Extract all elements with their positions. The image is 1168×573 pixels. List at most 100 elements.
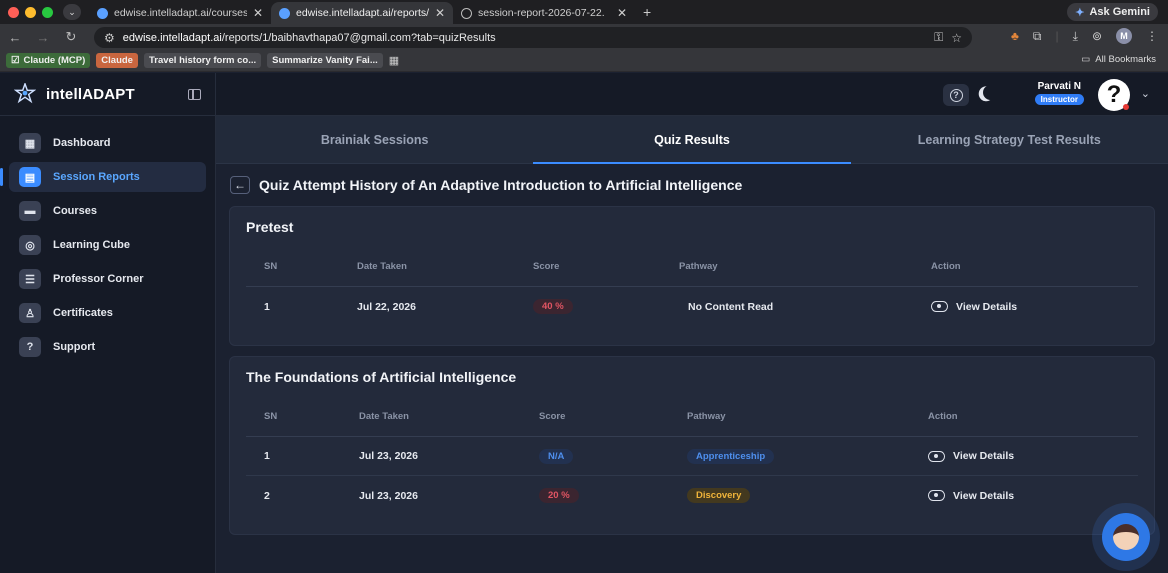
sidebar-item-label: Session Reports [53, 171, 140, 183]
back-arrow-icon[interactable]: ← [8, 30, 22, 45]
dark-mode-toggle-icon[interactable] [982, 84, 999, 101]
tab-learning-strategy-test-results[interactable]: Learning Strategy Test Results [851, 116, 1168, 163]
tab-brainiak-sessions[interactable]: Brainiak Sessions [216, 116, 533, 163]
bookmark-star-icon[interactable]: ☆ [951, 31, 962, 45]
maximize-window-button[interactable] [42, 6, 53, 18]
section-title: The Foundations of Artificial Intelligen… [246, 369, 517, 385]
profile-avatar[interactable]: M [1116, 28, 1132, 44]
close-tab-icon[interactable]: ✕ [435, 6, 445, 20]
close-window-button[interactable] [8, 6, 19, 18]
top-bar: ? Parvati N Instructor ? ⌄ [216, 73, 1168, 116]
password-key-icon[interactable]: ⚿ [934, 30, 943, 45]
main-content: ? Parvati N Instructor ? ⌄ Brainiak Sess… [216, 73, 1168, 573]
view-details-button[interactable]: View Details [928, 490, 1014, 502]
pathway-badge: Discovery [687, 488, 751, 503]
new-tab-button[interactable]: + [643, 4, 651, 20]
eye-icon [931, 301, 948, 312]
url-text: edwise.intelladapt.ai/reports/1/baibhavt… [123, 32, 926, 44]
address-bar[interactable]: ⚙ edwise.intelladapt.ai/reports/1/baibha… [94, 27, 972, 48]
table-row: 2 Jul 23, 2026 20 % Discovery View Detai… [246, 476, 1138, 515]
download-icon[interactable]: ⤓ [1073, 29, 1078, 44]
view-details-button[interactable]: View Details [928, 450, 1014, 462]
sidebar-item-dashboard[interactable]: ▦ Dashboard [9, 128, 206, 158]
checkbox-icon: ☑ [11, 55, 20, 66]
user-info[interactable]: Parvati N Instructor [1034, 81, 1084, 105]
tab-quiz-results[interactable]: Quiz Results [533, 116, 851, 164]
url-host: edwise.intelladapt.ai [122, 31, 222, 44]
browser-tab-label: edwise.intelladapt.ai/courses [114, 7, 247, 19]
table-header: SN Date Taken Score Pathway Action [246, 247, 1138, 287]
reload-icon[interactable]: ↻ [64, 29, 78, 45]
table-header: SN Date Taken Score Pathway Action [246, 397, 1138, 437]
sidebar-item-learning-cube[interactable]: ◎ Learning Cube [9, 230, 206, 260]
more-menu-icon[interactable]: ⋮ [1146, 29, 1158, 43]
bookmarks-bar: ☑ Claude (MCP) Claude Travel history form… [0, 50, 1168, 72]
table-row: 1 Jul 23, 2026 N/A Apprenticeship View D… [246, 437, 1138, 476]
page-title: Quiz Attempt History of An Adaptive Intr… [259, 177, 743, 193]
cell-date: Jul 23, 2026 [359, 450, 418, 462]
view-details-button[interactable]: View Details [931, 301, 1017, 313]
site-favicon-icon [97, 7, 108, 19]
close-tab-icon[interactable]: ✕ [617, 6, 627, 20]
media-icon[interactable]: ⊚ [1092, 29, 1102, 43]
assistant-avatar-icon [1113, 524, 1139, 550]
help-button[interactable]: ? [943, 84, 969, 106]
back-button[interactable]: ← [230, 176, 250, 194]
header-date-taken: Date Taken [357, 261, 407, 272]
globe-icon [461, 7, 472, 19]
site-info-icon[interactable]: ⚙ [104, 31, 115, 45]
browser-tab[interactable]: edwise.intelladapt.ai/courses ✕ [89, 2, 271, 24]
score-badge: 40 % [533, 299, 573, 314]
apps-grid-icon[interactable]: ▦ [389, 54, 399, 67]
browser-tab[interactable]: session-report-2026-07-22. ✕ [453, 2, 635, 24]
ask-gemini-button[interactable]: ✦ Ask Gemini [1067, 3, 1158, 21]
site-favicon-icon [279, 7, 290, 19]
all-bookmarks-button[interactable]: ▭ All Bookmarks [1081, 54, 1156, 65]
forward-arrow-icon[interactable]: → [36, 30, 50, 45]
close-tab-icon[interactable]: ✕ [253, 6, 263, 20]
chevron-down-icon[interactable]: ⌄ [1141, 87, 1150, 100]
extension-icon[interactable]: ♣ [1011, 29, 1019, 43]
dashboard-icon: ▦ [19, 133, 41, 153]
cell-score: N/A [539, 448, 687, 464]
puzzle-icon[interactable]: ⧉ [1033, 29, 1042, 44]
user-name: Parvati N [1037, 81, 1081, 92]
browser-tab-label: edwise.intelladapt.ai/reports/ [296, 7, 429, 19]
eye-icon [928, 450, 945, 462]
assistant-chat-button[interactable] [1102, 513, 1150, 561]
bookmark-item[interactable]: ☑ Claude (MCP) [6, 53, 91, 68]
sidebar-toggle-icon[interactable] [188, 88, 201, 100]
sidebar-item-label: Support [53, 341, 96, 353]
cell-pathway: Apprenticeship [687, 448, 928, 464]
sidebar-item-professor-corner[interactable]: ☰ Professor Corner [9, 264, 206, 294]
cell-score: 20 % [539, 488, 687, 503]
sidebar-item-label: Dashboard [53, 137, 111, 149]
cell-pathway: No Content Read [679, 301, 931, 313]
table-row: 1 Jul 22, 2026 40 % No Content Read View… [246, 287, 1138, 326]
window-controls [8, 6, 53, 18]
user-role-badge: Instructor [1034, 94, 1084, 105]
tab-search-button[interactable]: ⌄ [63, 4, 81, 20]
cell-pathway: Discovery [687, 488, 928, 503]
bookmark-item[interactable]: Claude [96, 53, 138, 68]
cell-sn: 1 [264, 300, 270, 313]
app-root: intellADAPT ▦ Dashboard ▤ Session Reports ▬ C… [0, 73, 1168, 573]
score-badge: 20 % [539, 488, 579, 503]
cube-icon: ◎ [19, 235, 41, 255]
sidebar-item-session-reports[interactable]: ▤ Session Reports [0, 162, 206, 192]
page-heading: ← Quiz Attempt History of An Adaptive In… [216, 168, 1168, 202]
minimize-window-button[interactable] [25, 6, 36, 18]
brand-header: intellADAPT [0, 73, 215, 116]
user-avatar[interactable]: ? [1098, 79, 1130, 111]
view-details-label: View Details [953, 450, 1015, 462]
bookmark-item[interactable]: Summarize Vanity Fai... [267, 53, 383, 68]
pathway-text: No Content Read [688, 300, 774, 313]
sidebar-item-courses[interactable]: ▬ Courses [9, 196, 206, 226]
bookmark-label: Claude (MCP) [23, 55, 86, 66]
bookmark-item[interactable]: Travel history form co... [143, 53, 262, 68]
sidebar-item-certificates[interactable]: ♙ Certificates [9, 298, 206, 328]
sidebar-item-label: Professor Corner [53, 273, 144, 285]
browser-tab-active[interactable]: edwise.intelladapt.ai/reports/ ✕ [271, 2, 453, 24]
sidebar: intellADAPT ▦ Dashboard ▤ Session Reports ▬ C… [0, 73, 216, 573]
sidebar-item-support[interactable]: ? Support [9, 332, 206, 362]
